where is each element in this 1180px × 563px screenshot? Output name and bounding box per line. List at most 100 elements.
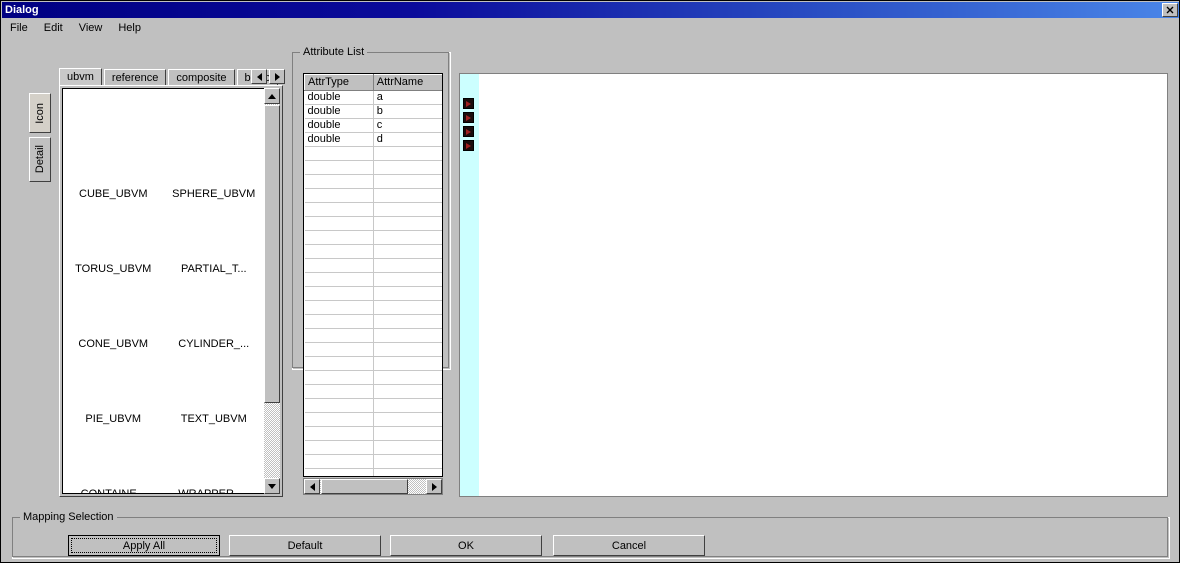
tab-ubvm[interactable]: ubvm xyxy=(59,68,102,85)
default-button[interactable]: Default xyxy=(229,535,381,556)
close-icon[interactable] xyxy=(1162,3,1178,17)
icon-item-partial-t[interactable]: PARTIAL_T... xyxy=(164,200,265,275)
icon-list-vertical-scrollbar[interactable] xyxy=(264,88,280,494)
table-row-empty[interactable] xyxy=(304,454,442,469)
tab-reference[interactable]: reference xyxy=(103,69,167,85)
icon-item-torus-ubvm[interactable]: TORUS_UBVM xyxy=(63,200,164,275)
cell-attrtype-empty[interactable] xyxy=(304,314,374,329)
cell-attrtype-empty[interactable] xyxy=(304,426,374,441)
column-header-attrname[interactable]: AttrName xyxy=(372,74,442,91)
cell-attrname-empty[interactable] xyxy=(373,328,442,343)
table-row[interactable]: double c xyxy=(304,118,442,133)
icon-item-wrapper[interactable]: WRAPPER_... xyxy=(164,425,265,493)
mapping-canvas[interactable] xyxy=(459,73,1168,497)
hscroll-thumb[interactable] xyxy=(321,479,408,494)
cell-attrname[interactable]: c xyxy=(373,118,442,133)
cell-attrtype-empty[interactable] xyxy=(304,398,374,413)
red-arrow-icon[interactable] xyxy=(463,112,474,123)
scroll-down-button[interactable] xyxy=(264,478,280,494)
cell-attrname-empty[interactable] xyxy=(373,202,442,217)
table-row-empty[interactable] xyxy=(304,286,442,301)
table-row-empty[interactable] xyxy=(304,328,442,343)
table-row-empty[interactable] xyxy=(304,342,442,357)
cell-attrname-empty[interactable] xyxy=(373,398,442,413)
menu-item-file[interactable]: File xyxy=(2,20,36,36)
cell-attrname[interactable]: d xyxy=(373,132,442,147)
cell-attrname[interactable]: b xyxy=(373,104,442,119)
cell-attrtype-empty[interactable] xyxy=(304,216,374,231)
cell-attrname-empty[interactable] xyxy=(373,300,442,315)
cell-attrname-empty[interactable] xyxy=(373,188,442,203)
cell-attrname-empty[interactable] xyxy=(373,370,442,385)
cell-attrtype[interactable]: double xyxy=(304,104,374,119)
cell-attrname-empty[interactable] xyxy=(373,286,442,301)
tab-scroll-right-button[interactable] xyxy=(269,69,285,84)
table-row-empty[interactable] xyxy=(304,230,442,245)
cell-attrtype-empty[interactable] xyxy=(304,286,374,301)
table-row-empty[interactable] xyxy=(304,398,442,413)
table-row-empty[interactable] xyxy=(304,202,442,217)
table-row-empty[interactable] xyxy=(304,440,442,455)
cell-attrtype-empty[interactable] xyxy=(304,342,374,357)
scrollbar-thumb[interactable] xyxy=(264,105,280,403)
cell-attrtype-empty[interactable] xyxy=(304,384,374,399)
hscroll-right-button[interactable] xyxy=(426,479,442,494)
cell-attrname-empty[interactable] xyxy=(373,258,442,273)
tab-scroll-left-button[interactable] xyxy=(251,69,267,84)
cell-attrname-empty[interactable] xyxy=(373,440,442,455)
cell-attrtype-empty[interactable] xyxy=(304,328,374,343)
icon-item-cylinder[interactable]: CYLINDER_... xyxy=(164,275,265,350)
table-row-empty[interactable] xyxy=(304,356,442,371)
cell-attrname-empty[interactable] xyxy=(373,342,442,357)
table-row-empty[interactable] xyxy=(304,300,442,315)
table-row-empty[interactable] xyxy=(304,384,442,399)
cell-attrtype[interactable]: double xyxy=(304,118,374,133)
cell-attrname-empty[interactable] xyxy=(373,468,442,476)
tab-composite[interactable]: composite xyxy=(168,69,235,85)
icon-item-container[interactable]: CONTAINE... xyxy=(63,425,164,493)
icon-item-cube-ubvm[interactable]: CUBE_UBVM xyxy=(63,125,164,200)
cell-attrname-empty[interactable] xyxy=(373,426,442,441)
table-row-empty[interactable] xyxy=(304,272,442,287)
cell-attrname-empty[interactable] xyxy=(373,244,442,259)
cell-attrtype-empty[interactable] xyxy=(304,356,374,371)
cell-attrtype[interactable]: double xyxy=(304,90,374,105)
cell-attrtype-empty[interactable] xyxy=(304,272,374,287)
cell-attrtype-empty[interactable] xyxy=(304,244,374,259)
cell-attrname-empty[interactable] xyxy=(373,216,442,231)
cell-attrname[interactable]: a xyxy=(373,90,442,105)
cell-attrname-empty[interactable] xyxy=(373,160,442,175)
cell-attrname-empty[interactable] xyxy=(373,384,442,399)
cell-attrtype-empty[interactable] xyxy=(304,300,374,315)
apply-all-button[interactable]: Apply All xyxy=(68,535,220,556)
cell-attrtype-empty[interactable] xyxy=(304,412,374,427)
cell-attrtype-empty[interactable] xyxy=(304,370,374,385)
cell-attrname-empty[interactable] xyxy=(373,146,442,161)
table-row-empty[interactable] xyxy=(304,468,442,476)
menu-item-help[interactable]: Help xyxy=(110,20,149,36)
cancel-button[interactable]: Cancel xyxy=(553,535,705,556)
table-row[interactable]: double d xyxy=(304,132,442,147)
table-row-empty[interactable] xyxy=(304,160,442,175)
table-row-empty[interactable] xyxy=(304,258,442,273)
table-row-empty[interactable] xyxy=(304,412,442,427)
cell-attrtype-empty[interactable] xyxy=(304,468,374,476)
column-header-attrtype[interactable]: AttrType xyxy=(304,74,374,91)
cell-attrname-empty[interactable] xyxy=(373,454,442,469)
cell-attrname-empty[interactable] xyxy=(373,412,442,427)
icon-list[interactable]: CUBE_UBVM SPHERE_UBVM TORUS_UBVM PARTIAL… xyxy=(62,88,265,494)
cell-attrtype-empty[interactable] xyxy=(304,230,374,245)
icon-item-cone-ubvm[interactable]: CONE_UBVM xyxy=(63,275,164,350)
cell-attrtype-empty[interactable] xyxy=(304,258,374,273)
table-row-empty[interactable] xyxy=(304,216,442,231)
menu-item-view[interactable]: View xyxy=(71,20,111,36)
table-row-empty[interactable] xyxy=(304,188,442,203)
cell-attrtype-empty[interactable] xyxy=(304,146,374,161)
table-row-empty[interactable] xyxy=(304,314,442,329)
table-row[interactable]: double a xyxy=(304,90,442,105)
menu-item-edit[interactable]: Edit xyxy=(36,20,71,36)
table-row-empty[interactable] xyxy=(304,174,442,189)
side-tab-icon[interactable]: Icon xyxy=(29,93,51,133)
table-row-empty[interactable] xyxy=(304,426,442,441)
table-row-empty[interactable] xyxy=(304,370,442,385)
